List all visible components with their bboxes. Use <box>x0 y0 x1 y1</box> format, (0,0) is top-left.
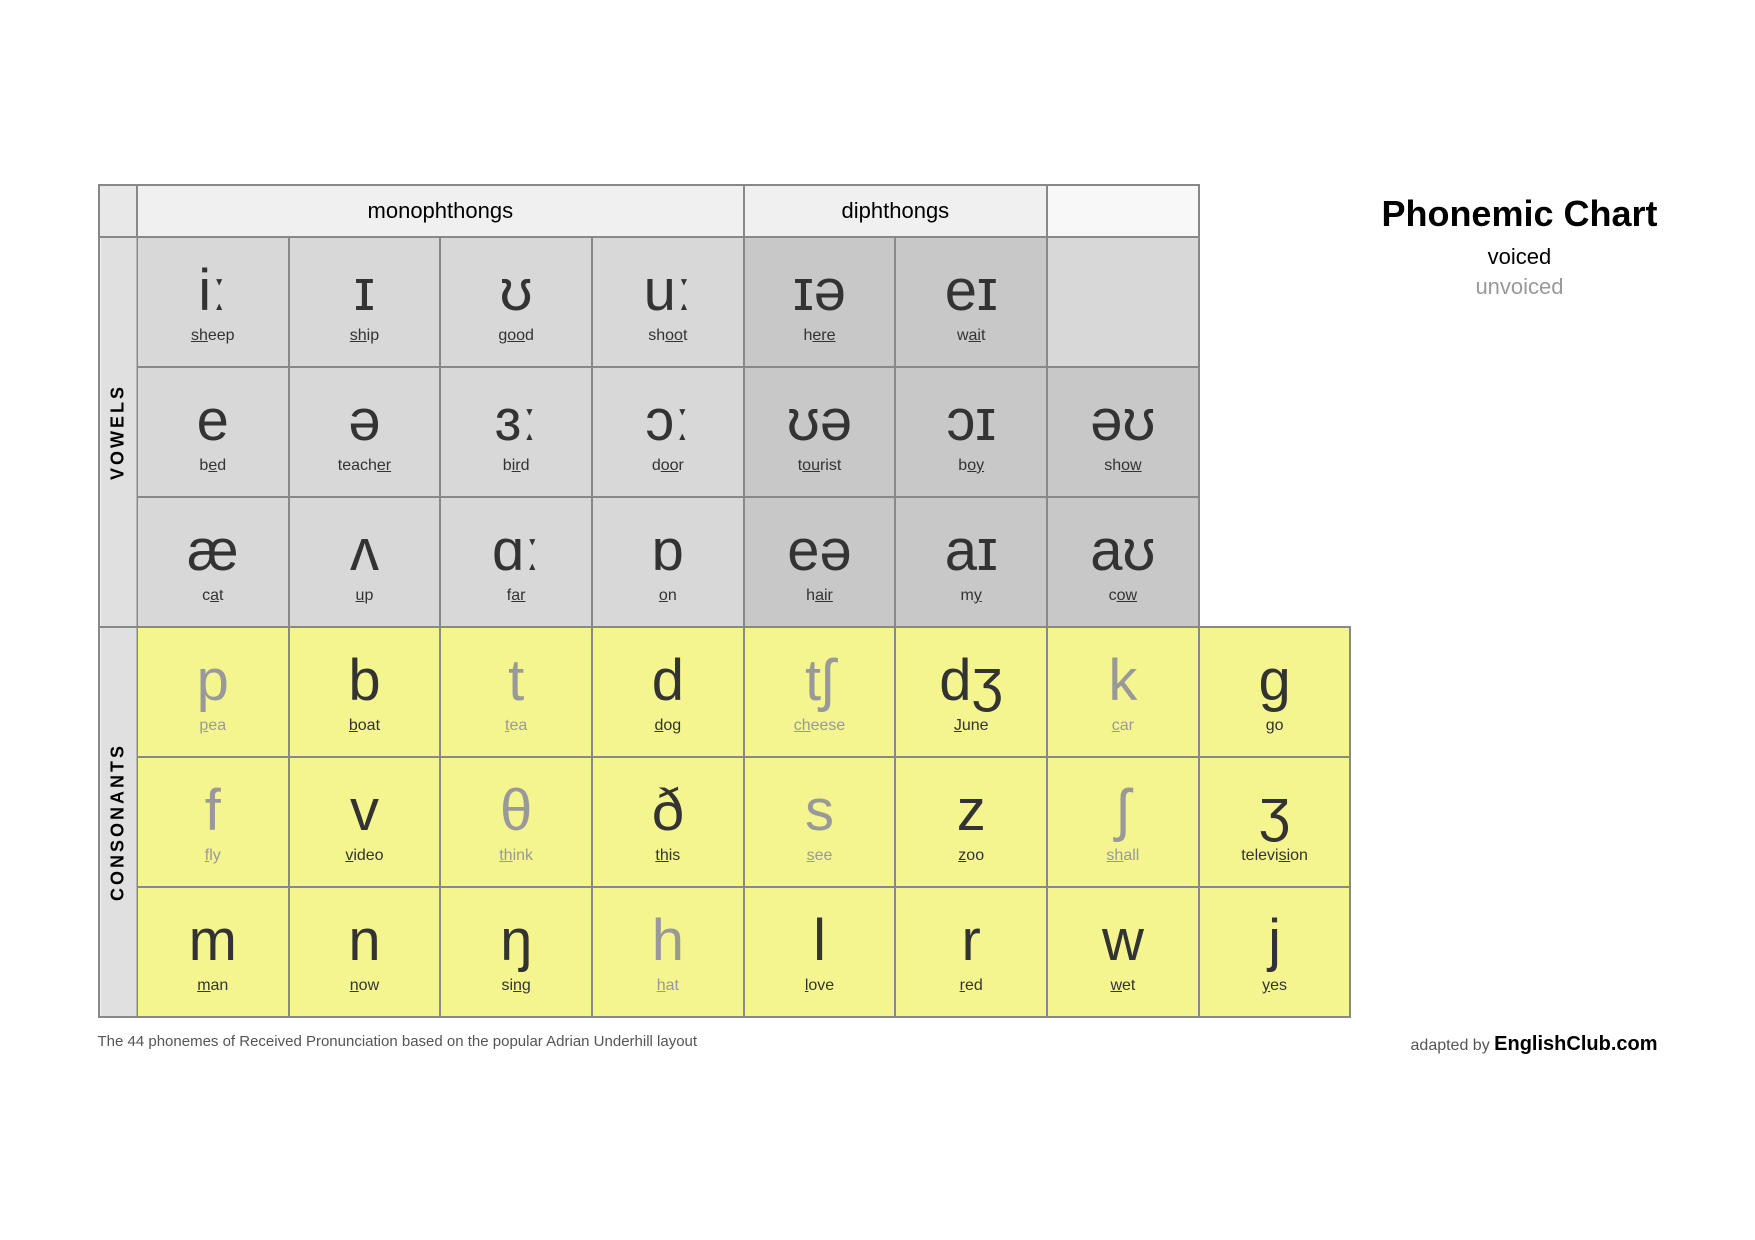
phoneme-cell: eɪwait <box>895 237 1047 367</box>
legend-unvoiced: unvoiced <box>1475 274 1563 300</box>
diphthongs-header: diphthongs <box>744 185 1047 237</box>
phoneme-cell: ʊətourist <box>744 367 896 497</box>
phoneme-cell: ɔɪboy <box>895 367 1047 497</box>
phoneme-cell: ʌup <box>289 497 441 627</box>
phoneme-cell: aɪmy <box>895 497 1047 627</box>
monophthongs-header: monophthongs <box>137 185 744 237</box>
vowels-label: VOWELS <box>99 237 137 627</box>
phoneme-cell: wwet <box>1047 887 1199 1017</box>
phoneme-cell: əteacher <box>289 367 441 497</box>
phoneme-cell: mman <box>137 887 289 1017</box>
chart-title: Phonemic Chart <box>1381 194 1657 234</box>
phoneme-cell: ɑːfar <box>440 497 592 627</box>
phonemic-chart: monophthongs diphthongs VOWELSiːsheepɪsh… <box>98 184 1352 1018</box>
phoneme-cell: ɒon <box>592 497 744 627</box>
phoneme-cell: dʒJune <box>895 627 1047 757</box>
footer: The 44 phonemes of Received Pronunciatio… <box>98 1033 1658 1056</box>
phoneme-cell: ʃshall <box>1047 757 1199 887</box>
phoneme-cell: ebed <box>137 367 289 497</box>
phoneme-cell: ffly <box>137 757 289 887</box>
phoneme-cell: aʊcow <box>1047 497 1199 627</box>
phoneme-cell: ggo <box>1199 627 1351 757</box>
phoneme-cell: eəhair <box>744 497 896 627</box>
phoneme-cell: zzoo <box>895 757 1047 887</box>
phoneme-cell: ʒtelevision <box>1199 757 1351 887</box>
phoneme-cell: jyes <box>1199 887 1351 1017</box>
legend-voiced: voiced <box>1488 244 1552 270</box>
top-section: monophthongs diphthongs VOWELSiːsheepɪsh… <box>98 184 1658 1018</box>
phoneme-cell: llove <box>744 887 896 1017</box>
phoneme-cell: ɪship <box>289 237 441 367</box>
phoneme-cell: θthink <box>440 757 592 887</box>
phoneme-cell: rred <box>895 887 1047 1017</box>
phoneme-cell: hhat <box>592 887 744 1017</box>
phoneme-cell: æcat <box>137 497 289 627</box>
phoneme-cell: uːshoot <box>592 237 744 367</box>
phoneme-cell: ɜːbird <box>440 367 592 497</box>
page-container: monophthongs diphthongs VOWELSiːsheepɪsh… <box>78 164 1678 1076</box>
phoneme-cell: ddog <box>592 627 744 757</box>
chart-wrapper: monophthongs diphthongs VOWELSiːsheepɪsh… <box>98 184 1352 1018</box>
footer-brand: adapted by EnglishClub.com <box>1411 1033 1658 1056</box>
legend: Phonemic Chart voiced unvoiced <box>1381 184 1657 300</box>
consonants-label: CONSONANTS <box>99 627 137 1017</box>
phoneme-cell: ssee <box>744 757 896 887</box>
phoneme-cell: ðthis <box>592 757 744 887</box>
phoneme-cell: ppea <box>137 627 289 757</box>
phoneme-cell: ʊgood <box>440 237 592 367</box>
footer-description: The 44 phonemes of Received Pronunciatio… <box>98 1033 698 1056</box>
phoneme-cell: əʊshow <box>1047 367 1199 497</box>
phoneme-cell: tʃcheese <box>744 627 896 757</box>
phoneme-cell: ɔːdoor <box>592 367 744 497</box>
phoneme-cell: vvideo <box>289 757 441 887</box>
phoneme-cell: nnow <box>289 887 441 1017</box>
phoneme-cell: bboat <box>289 627 441 757</box>
phoneme-cell: kcar <box>1047 627 1199 757</box>
phoneme-cell: ŋsing <box>440 887 592 1017</box>
phoneme-cell: ɪəhere <box>744 237 896 367</box>
phoneme-cell: ttea <box>440 627 592 757</box>
phoneme-cell: iːsheep <box>137 237 289 367</box>
